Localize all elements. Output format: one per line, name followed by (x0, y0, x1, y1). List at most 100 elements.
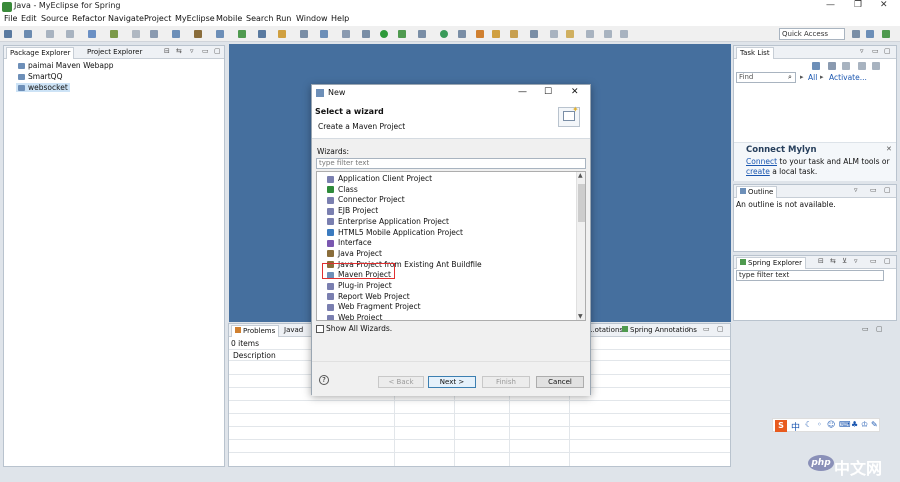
new-icon[interactable] (4, 30, 12, 38)
java-perspective-icon[interactable] (866, 30, 874, 38)
search-icon[interactable] (492, 30, 500, 38)
checkbox-icon[interactable] (316, 325, 324, 333)
minimize-view-icon[interactable]: ▭ (870, 257, 877, 265)
tab-javadoc[interactable]: Javad (281, 325, 306, 337)
wizard-item[interactable]: Class (327, 185, 358, 194)
layout-icon[interactable] (620, 30, 628, 38)
task-find-input[interactable]: Find (736, 72, 796, 83)
maximize-view-icon[interactable]: ▢ (876, 325, 883, 333)
all-link[interactable]: All (808, 73, 817, 82)
spring-filter-input[interactable]: type filter text (736, 270, 884, 281)
minimize-view-icon[interactable]: ▭ (872, 47, 879, 55)
tab-outline[interactable]: Outline (736, 186, 778, 198)
back-button[interactable]: < Back (378, 376, 424, 388)
collapse-all-icon[interactable]: ⊟ (164, 47, 170, 55)
spring-perspective-icon[interactable] (882, 30, 890, 38)
scroll-thumb[interactable] (578, 184, 585, 222)
view-menu-icon[interactable]: ▿ (854, 257, 858, 265)
view-menu-icon[interactable]: ▿ (687, 325, 691, 333)
deploy-icon[interactable] (150, 30, 158, 38)
emoji-icon[interactable]: ☺ (827, 420, 835, 429)
maximize-view-icon[interactable]: ▢ (214, 47, 221, 55)
next-annotation-icon[interactable] (530, 30, 538, 38)
create-link[interactable]: create (746, 167, 770, 176)
wizard-item[interactable]: Report Web Project (327, 292, 410, 301)
build-icon[interactable] (110, 30, 118, 38)
annotation-icon[interactable] (510, 30, 518, 38)
wizard-item[interactable]: Application Client Project (327, 174, 432, 183)
menu-source[interactable]: Source (41, 14, 68, 23)
finish-button[interactable]: Finish (482, 376, 530, 388)
collapse-all-icon[interactable]: ⊟ (818, 257, 824, 265)
help-icon[interactable]: ? (319, 375, 329, 385)
shirt-icon[interactable]: ♔ (861, 420, 868, 429)
connect-link[interactable]: Connect (746, 157, 777, 166)
close-icon[interactable]: ✕ (886, 145, 892, 153)
spring-icon[interactable] (238, 30, 246, 38)
collapse-icon[interactable] (858, 62, 866, 70)
wizard-item[interactable]: Connector Project (327, 195, 405, 204)
perspective-icon[interactable] (852, 30, 860, 38)
quick-access-input[interactable]: Quick Access (779, 28, 845, 40)
globe-icon[interactable] (258, 30, 266, 38)
menu-project[interactable]: Project (144, 14, 171, 23)
view-menu-icon[interactable]: ▿ (854, 186, 858, 194)
menu-file[interactable]: File (4, 14, 17, 23)
menu-search[interactable]: Search (246, 14, 273, 23)
pin-icon[interactable] (604, 30, 612, 38)
maximize-icon[interactable]: ❐ (854, 0, 862, 10)
activate-link[interactable]: Activate... (829, 73, 867, 82)
wizard-item[interactable]: Plug-in Project (327, 281, 392, 290)
link-editor-icon[interactable]: ⇆ (176, 47, 182, 55)
debug-icon[interactable] (398, 30, 406, 38)
tab-spring-explorer[interactable]: Spring Explorer (736, 257, 806, 269)
menu-myeclipse[interactable]: MyEclipse (175, 14, 215, 23)
prev-edit-icon[interactable] (550, 30, 558, 38)
monitor-icon[interactable] (320, 30, 328, 38)
minimize-view-icon[interactable]: ▭ (202, 47, 209, 55)
tab-project-explorer[interactable]: Project Explorer (84, 47, 145, 59)
terminal-icon[interactable] (88, 30, 96, 38)
new-class-icon[interactable] (440, 30, 448, 38)
scroll-down-icon[interactable]: ▼ (578, 313, 583, 320)
forward-icon[interactable] (586, 30, 594, 38)
minimize-view-icon[interactable]: ▭ (870, 186, 877, 194)
wizard-item[interactable]: Web Fragment Project (327, 302, 421, 311)
save-all-icon[interactable] (46, 30, 54, 38)
keyboard-icon[interactable]: ⌨ (839, 420, 851, 429)
minimize-icon[interactable]: — (518, 87, 527, 97)
scroll-up-icon[interactable]: ▲ (578, 172, 583, 179)
run-icon[interactable] (380, 30, 388, 38)
undo-icon[interactable] (132, 30, 140, 38)
maximize-icon[interactable]: ☐ (544, 87, 552, 97)
maximize-view-icon[interactable]: ▢ (717, 325, 724, 333)
menu-mobile[interactable]: Mobile (216, 14, 242, 23)
print-icon[interactable] (66, 30, 74, 38)
refactor-icon[interactable] (300, 30, 308, 38)
server-icon[interactable] (172, 30, 180, 38)
wizard-item[interactable]: Java Project (327, 249, 382, 258)
ime-chinese-label[interactable]: 中 (791, 420, 800, 433)
menu-edit[interactable]: Edit (21, 14, 37, 23)
view-menu-icon[interactable]: ▿ (860, 47, 864, 55)
show-all-wizards-checkbox[interactable]: Show All Wizards. (316, 324, 392, 333)
maximize-view-icon[interactable]: ▢ (884, 257, 891, 265)
categorize-icon[interactable] (828, 62, 836, 70)
link-editor-icon[interactable]: ⇆ (830, 257, 836, 265)
wizard-item[interactable]: Web Project (327, 313, 382, 320)
maximize-view-icon[interactable]: ▢ (884, 186, 891, 194)
external-tools-icon[interactable] (362, 30, 370, 38)
wizard-item[interactable]: HTML5 Mobile Application Project (327, 228, 463, 237)
tab-problems[interactable]: Problems (231, 325, 280, 337)
minimize-icon[interactable]: — (826, 0, 835, 10)
minimize-view-icon[interactable]: ▭ (703, 325, 710, 333)
next-button[interactable]: Next > (428, 376, 476, 388)
tools-icon[interactable] (342, 30, 350, 38)
menu-help[interactable]: Help (331, 14, 349, 23)
sync-icon[interactable] (872, 62, 880, 70)
sogou-s-icon[interactable]: S (775, 420, 787, 432)
filter-icon[interactable] (842, 62, 850, 70)
wrench-icon[interactable]: ✎ (871, 420, 878, 429)
mobile-icon[interactable] (194, 30, 202, 38)
view-menu-icon[interactable]: ▿ (190, 47, 194, 55)
